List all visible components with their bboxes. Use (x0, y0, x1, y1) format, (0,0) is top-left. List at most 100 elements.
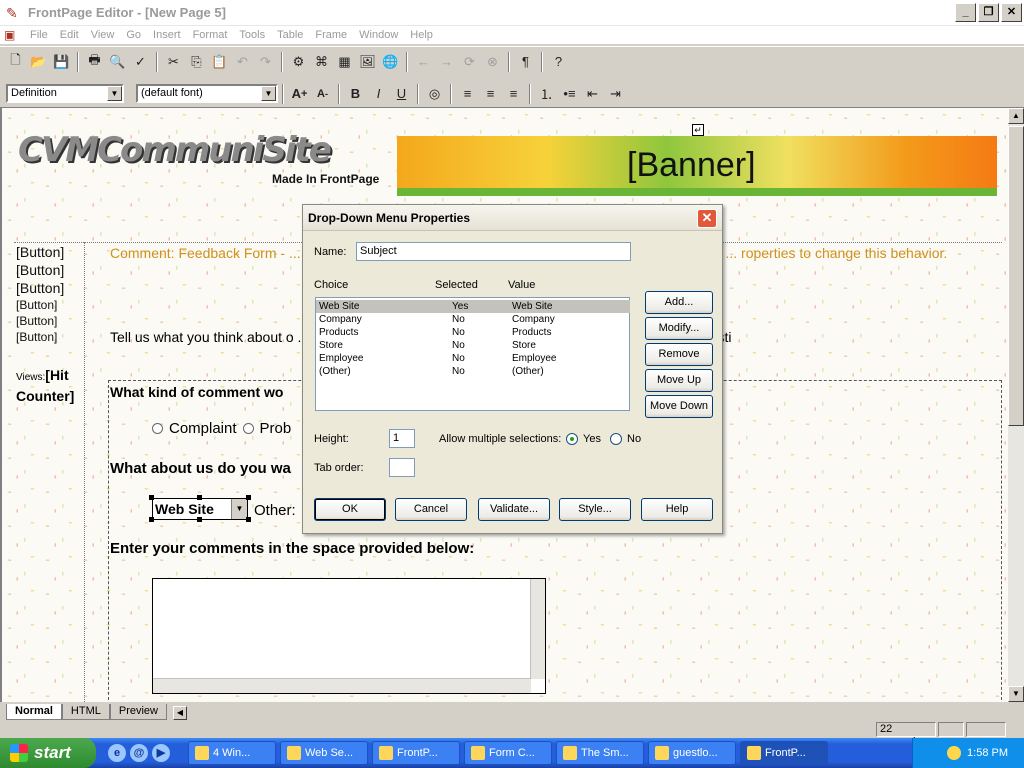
list-item[interactable]: Store No Store (316, 339, 630, 352)
ok-button[interactable]: OK (314, 498, 386, 521)
add-button[interactable]: Add... (645, 291, 713, 314)
nav-button[interactable]: [Button] (16, 330, 57, 344)
task-web-settings[interactable]: Web Se... (280, 741, 368, 765)
multiple-yes-radio[interactable] (566, 433, 578, 445)
resize-handle[interactable] (149, 495, 154, 500)
task-guestlog[interactable]: guestlo... (648, 741, 736, 765)
modify-button[interactable]: Modify... (645, 317, 713, 340)
close-button[interactable]: ✕ (1001, 3, 1022, 22)
increase-font-size-icon[interactable]: A + (288, 83, 311, 105)
menu-go[interactable]: Go (120, 29, 147, 41)
show-explorer-icon[interactable]: ⚙ (287, 51, 310, 73)
move-down-button[interactable]: Move Down (645, 395, 713, 418)
print-preview-icon[interactable]: 🔍 (106, 51, 129, 73)
tab-preview[interactable]: Preview (109, 704, 167, 720)
name-field[interactable]: Subject (356, 242, 631, 261)
chevron-down-icon[interactable]: ▼ (261, 86, 276, 101)
copy-icon[interactable]: ⎘ (185, 51, 208, 73)
insert-table-icon[interactable]: ▦ (333, 51, 356, 73)
list-item[interactable]: (Other) No (Other) (316, 365, 630, 378)
menu-table[interactable]: Table (271, 29, 309, 41)
italic-icon[interactable]: I (367, 83, 390, 105)
outlook-icon[interactable]: @ (130, 744, 148, 762)
list-item[interactable]: Employee No Employee (316, 352, 630, 365)
editor-vertical-scrollbar[interactable]: ▲ ▼ (1008, 108, 1024, 702)
radio-complaint[interactable] (152, 423, 163, 434)
start-button[interactable]: start (0, 738, 96, 768)
back-icon[interactable]: ← (412, 51, 435, 73)
task-form[interactable]: Form C... (464, 741, 552, 765)
media-player-icon[interactable]: ▶ (152, 744, 170, 762)
redo-icon[interactable]: ↷ (254, 51, 277, 73)
stop-icon[interactable]: ⊗ (481, 51, 504, 73)
restore-button[interactable]: ❐ (978, 3, 999, 22)
move-up-button[interactable]: Move Up (645, 369, 713, 392)
internet-explorer-icon[interactable]: e (108, 744, 126, 762)
help-button[interactable]: Help (641, 498, 713, 521)
help-pointer-icon[interactable]: ? (547, 51, 570, 73)
numbered-list-icon[interactable]: ⒈ (535, 83, 558, 105)
nav-button[interactable]: [Button] (16, 244, 64, 260)
web-bot-icon[interactable]: ⌘ (310, 51, 333, 73)
forward-icon[interactable]: → (435, 51, 458, 73)
text-color-icon[interactable]: ◎ (423, 83, 446, 105)
menu-edit[interactable]: Edit (54, 29, 85, 41)
resize-handle[interactable] (246, 517, 251, 522)
scroll-left-icon[interactable]: ◀ (172, 706, 187, 720)
list-item[interactable]: Web Site Yes Web Site (316, 300, 630, 313)
save-icon[interactable]: 💾 (50, 51, 73, 73)
paste-icon[interactable]: 📋 (208, 51, 231, 73)
spelling-icon[interactable]: ✓ (129, 51, 152, 73)
menu-view[interactable]: View (85, 29, 121, 41)
print-icon[interactable]: 🖶 (83, 51, 106, 73)
tab-order-field[interactable] (389, 458, 415, 477)
menu-window[interactable]: Window (353, 29, 404, 41)
resize-handle[interactable] (197, 517, 202, 522)
style-button[interactable]: Style... (559, 498, 631, 521)
cut-icon[interactable]: ✂ (162, 51, 185, 73)
textarea-horizontal-scrollbar[interactable] (153, 678, 531, 693)
close-icon[interactable]: ✕ (697, 209, 717, 228)
align-left-icon[interactable]: ≡ (456, 83, 479, 105)
page-banner[interactable]: [Banner] (397, 136, 997, 196)
height-field[interactable]: 1 (389, 429, 415, 448)
list-item[interactable]: Company No Company (316, 313, 630, 326)
list-item[interactable]: Products No Products (316, 326, 630, 339)
task-frontpage-editor[interactable]: FrontP... (740, 741, 828, 765)
choices-list[interactable]: Web Site Yes Web Site Company No Company… (315, 297, 630, 411)
document-icon[interactable]: ▣ (4, 28, 20, 42)
radio-problem[interactable] (242, 423, 254, 434)
menu-insert[interactable]: Insert (147, 29, 187, 41)
style-dropdown[interactable]: Definition ▼ (6, 84, 124, 103)
nav-button[interactable]: [Button] (16, 298, 57, 312)
task-browser[interactable]: The Sm... (556, 741, 644, 765)
scroll-thumb[interactable] (1008, 126, 1024, 426)
task-frontpage-explorer[interactable]: FrontP... (372, 741, 460, 765)
task-windows-explorer[interactable]: 4 Win... (188, 741, 276, 765)
tab-normal[interactable]: Normal (6, 704, 62, 720)
minimize-button[interactable]: _ (955, 3, 976, 22)
menu-file[interactable]: File (24, 29, 54, 41)
bold-icon[interactable]: B (344, 83, 367, 105)
align-center-icon[interactable]: ≡ (479, 83, 502, 105)
tray-icon[interactable] (947, 746, 962, 760)
bulleted-list-icon[interactable]: •≡ (558, 83, 581, 105)
show-paragraph-marks-icon[interactable]: ¶ (514, 51, 537, 73)
comments-textarea[interactable] (152, 578, 546, 694)
increase-indent-icon[interactable]: ⇥ (604, 83, 627, 105)
menu-frame[interactable]: Frame (309, 29, 353, 41)
tab-html[interactable]: HTML (61, 704, 110, 720)
frontpage-app-icon[interactable]: ✎ (6, 5, 22, 21)
refresh-icon[interactable]: ⟳ (458, 51, 481, 73)
resize-handle[interactable] (197, 495, 202, 500)
insert-image-icon[interactable]: 🖼 (356, 51, 379, 73)
menu-help[interactable]: Help (404, 29, 439, 41)
chevron-down-icon[interactable]: ▼ (231, 499, 247, 519)
hyperlink-icon[interactable]: 🌐 (379, 51, 402, 73)
open-icon[interactable]: 📂 (27, 51, 50, 73)
menu-tools[interactable]: Tools (233, 29, 271, 41)
chevron-down-icon[interactable]: ▼ (107, 86, 122, 101)
new-page-icon[interactable]: 🗋 (4, 51, 27, 73)
validate-button[interactable]: Validate... (478, 498, 550, 521)
scroll-up-icon[interactable]: ▲ (1008, 108, 1024, 124)
